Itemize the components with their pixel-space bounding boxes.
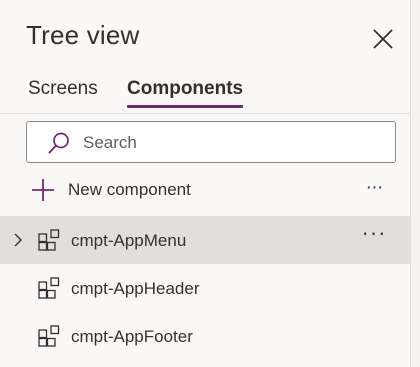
- component-row-appheader[interactable]: cmpt-AppHeader: [0, 264, 410, 312]
- new-component-more-icon[interactable]: ···: [360, 176, 388, 204]
- component-icon: [38, 229, 60, 251]
- component-row-appfooter[interactable]: cmpt-AppFooter: [0, 312, 410, 360]
- tree-view-panel: Tree view Screens Components New compone…: [0, 0, 411, 367]
- component-row-appmenu[interactable]: cmpt-AppMenu ···: [0, 216, 410, 264]
- more-options-icon[interactable]: ···: [358, 222, 390, 250]
- component-label: cmpt-AppHeader: [71, 279, 200, 298]
- close-button[interactable]: [368, 24, 398, 54]
- new-component-label: New component: [68, 180, 191, 199]
- close-icon: [373, 29, 393, 49]
- panel-title: Tree view: [26, 20, 140, 50]
- component-label: cmpt-AppMenu: [71, 231, 187, 250]
- component-list: cmpt-AppMenu ··· cmpt-AppHeader cmpt-App…: [0, 216, 410, 360]
- chevron-right-icon[interactable]: [12, 233, 24, 247]
- tab-components[interactable]: Components: [127, 78, 244, 108]
- plus-icon: [32, 179, 54, 201]
- tab-bar: Screens Components: [0, 74, 410, 110]
- new-component-button[interactable]: New component: [30, 176, 290, 206]
- search-box[interactable]: [26, 121, 396, 163]
- tab-screens[interactable]: Screens: [28, 78, 98, 106]
- component-label: cmpt-AppFooter: [71, 327, 193, 346]
- component-icon: [38, 277, 60, 299]
- search-icon: [48, 132, 69, 154]
- search-input[interactable]: [81, 130, 385, 156]
- tab-divider: [0, 113, 410, 114]
- component-icon: [38, 325, 60, 347]
